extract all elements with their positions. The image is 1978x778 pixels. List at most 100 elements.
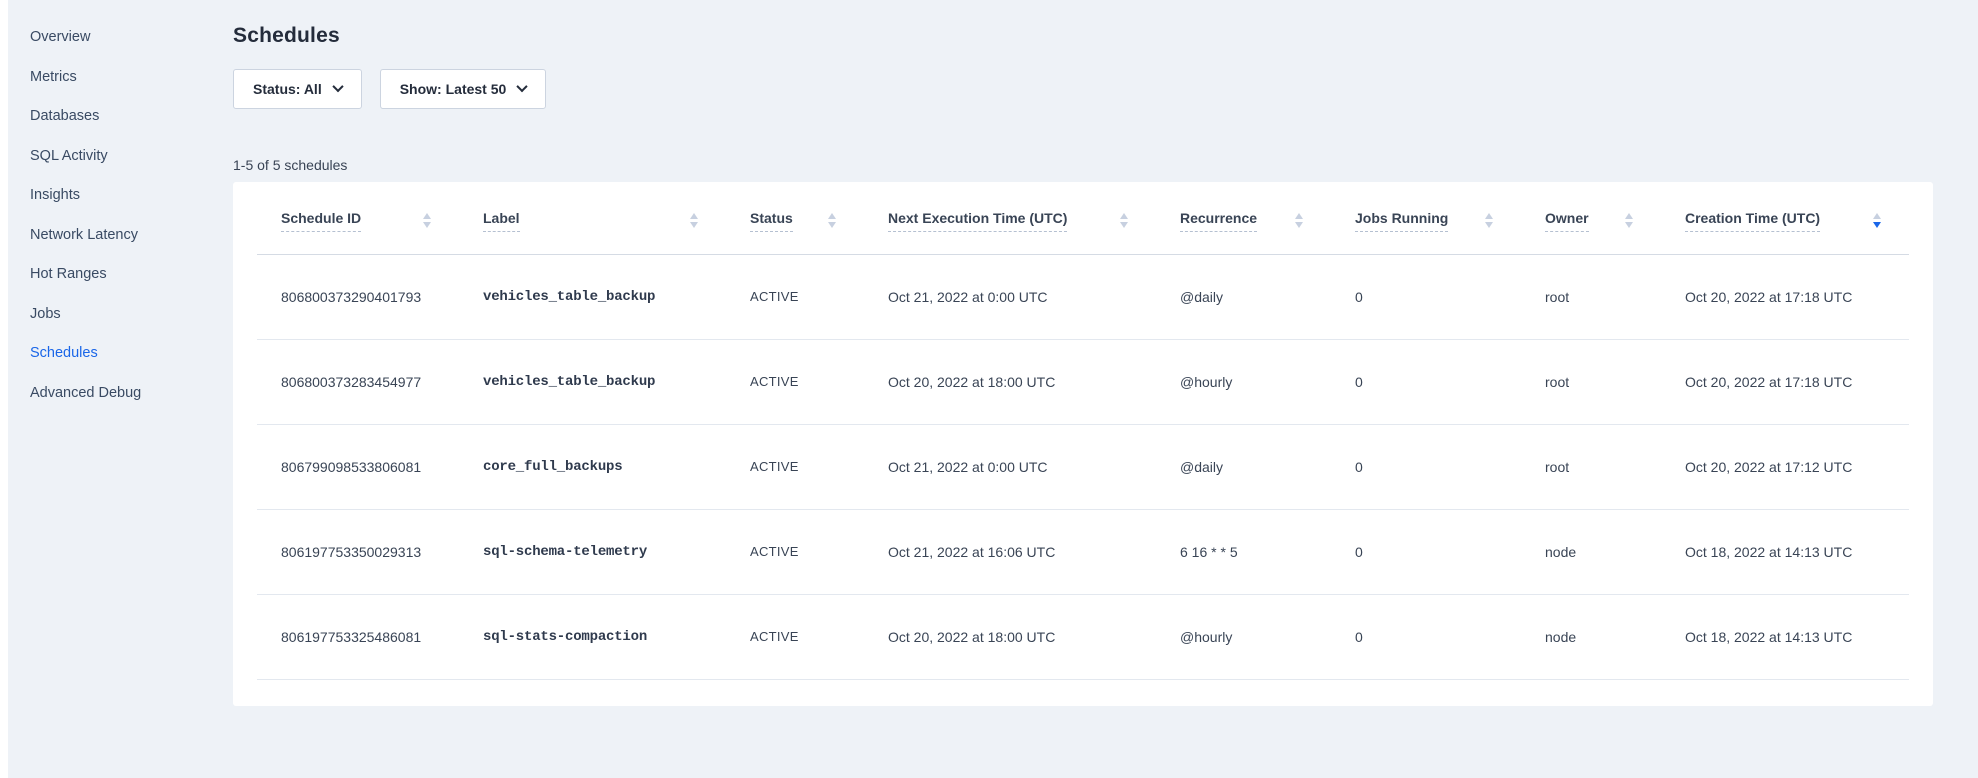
sort-icon[interactable] [1485,213,1493,228]
sidebar-item-schedules[interactable]: Schedules [30,340,233,380]
owner-cell: root [1521,339,1661,424]
sort-down-arrow-icon [1625,222,1633,228]
label-cell: sql-stats-compaction [459,594,726,679]
next-execution-cell: Oct 21, 2022 at 0:00 UTC [864,424,1156,509]
column-header-jobs-running[interactable]: Jobs Running [1331,182,1521,254]
sort-up-arrow-icon [1625,213,1633,219]
sort-up-arrow-icon [1873,213,1881,219]
table-row[interactable]: 806197753325486081 sql-stats-compaction … [257,594,1909,679]
table-row[interactable]: 806800373283454977 vehicles_table_backup… [257,339,1909,424]
owner-cell: root [1521,424,1661,509]
creation-time-cell: Oct 20, 2022 at 17:12 UTC [1661,424,1909,509]
recurrence-cell: @hourly [1156,594,1331,679]
recurrence-cell: @daily [1156,254,1331,339]
sort-up-arrow-icon [423,213,431,219]
sidebar-item-label: SQL Activity [30,148,108,164]
column-header-label: Status [750,210,793,232]
status-cell: ACTIVE [726,254,864,339]
table-row[interactable]: 806800373290401793 vehicles_table_backup… [257,254,1909,339]
sort-icon[interactable] [1295,213,1303,228]
owner-cell: root [1521,254,1661,339]
creation-time-cell: Oct 18, 2022 at 14:13 UTC [1661,509,1909,594]
sidebar-item-label: Network Latency [30,227,138,243]
column-header-label: Creation Time (UTC) [1685,210,1820,232]
creation-time-cell: Oct 18, 2022 at 14:13 UTC [1661,594,1909,679]
sidebar-item-sql-activity[interactable]: SQL Activity [30,143,233,183]
sort-icon[interactable] [1625,213,1633,228]
sort-icon[interactable] [690,213,698,228]
column-header-owner[interactable]: Owner [1521,182,1661,254]
sidebar-item-label: Advanced Debug [30,385,141,401]
sidebar-item-hot-ranges[interactable]: Hot Ranges [30,261,233,301]
label-cell: vehicles_table_backup [459,339,726,424]
schedule-id-cell: 806800373290401793 [257,254,459,339]
next-execution-cell: Oct 21, 2022 at 16:06 UTC [864,509,1156,594]
show-filter-label: Show: Latest 50 [400,81,507,97]
sort-down-arrow-icon [1295,222,1303,228]
jobs-running-cell: 0 [1331,339,1521,424]
column-header-creation-time-utc[interactable]: Creation Time (UTC) [1661,182,1909,254]
chevron-down-icon [332,80,343,91]
sort-icon[interactable] [828,213,836,228]
sidebar-item-overview[interactable]: Overview [30,24,233,64]
status-cell: ACTIVE [726,339,864,424]
label-cell: core_full_backups [459,424,726,509]
results-count: 1-5 of 5 schedules [233,157,1933,173]
next-execution-cell: Oct 20, 2022 at 18:00 UTC [864,594,1156,679]
creation-time-cell: Oct 20, 2022 at 17:18 UTC [1661,254,1909,339]
column-header-schedule-id[interactable]: Schedule ID [257,182,459,254]
sort-up-arrow-icon [1485,213,1493,219]
sort-icon[interactable] [1120,213,1128,228]
sidebar-item-insights[interactable]: Insights [30,182,233,222]
sort-down-arrow-icon [423,222,431,228]
column-header-label: Label [483,210,520,232]
status-cell: ACTIVE [726,424,864,509]
column-header-label[interactable]: Label [459,182,726,254]
schedules-table-panel: Schedule ID Label Status Next Execution … [233,182,1933,706]
schedule-id-cell: 806800373283454977 [257,339,459,424]
label-cell: vehicles_table_backup [459,254,726,339]
table-body: 806800373290401793 vehicles_table_backup… [257,254,1909,679]
sort-down-arrow-icon [1873,222,1881,228]
schedule-id-cell: 806197753325486081 [257,594,459,679]
sort-down-arrow-icon [1120,222,1128,228]
app-layout: OverviewMetricsDatabases SQL Activity Insi… [0,0,1978,778]
sort-icon[interactable] [1873,213,1881,228]
column-header-recurrence[interactable]: Recurrence [1156,182,1331,254]
status-cell: ACTIVE [726,509,864,594]
column-header-next-execution-time-utc[interactable]: Next Execution Time (UTC) [864,182,1156,254]
sort-up-arrow-icon [1120,213,1128,219]
recurrence-cell: @daily [1156,424,1331,509]
sidebar-item-advanced-debug[interactable]: Advanced Debug [30,380,233,420]
jobs-running-cell: 0 [1331,424,1521,509]
sort-icon[interactable] [423,213,431,228]
recurrence-cell: @hourly [1156,339,1331,424]
column-header-label: Next Execution Time (UTC) [888,210,1067,232]
schedule-id-cell: 806799098533806081 [257,424,459,509]
sort-up-arrow-icon [1295,213,1303,219]
show-filter-dropdown[interactable]: Show: Latest 50 [380,69,547,109]
sort-down-arrow-icon [828,222,836,228]
next-execution-cell: Oct 21, 2022 at 0:00 UTC [864,254,1156,339]
sidebar-item-databases[interactable]: Databases [30,103,233,143]
column-header-status[interactable]: Status [726,182,864,254]
jobs-running-cell: 0 [1331,254,1521,339]
next-execution-cell: Oct 20, 2022 at 18:00 UTC [864,339,1156,424]
owner-cell: node [1521,594,1661,679]
status-filter-dropdown[interactable]: Status: All [233,69,362,109]
sidebar-item-jobs[interactable]: Jobs [30,301,233,341]
jobs-running-cell: 0 [1331,509,1521,594]
table-header-row: Schedule ID Label Status Next Execution … [257,182,1909,254]
recurrence-cell: 6 16 * * 5 [1156,509,1331,594]
status-filter-label: Status: All [253,81,322,97]
creation-time-cell: Oct 20, 2022 at 17:18 UTC [1661,339,1909,424]
sort-up-arrow-icon [828,213,836,219]
sidebar-item-label: Hot Ranges [30,266,107,282]
table-row[interactable]: 806799098533806081 core_full_backups ACT… [257,424,1909,509]
sidebar-nav: OverviewMetricsDatabases SQL Activity Insi… [0,0,233,778]
sidebar-item-metrics[interactable]: Metrics [30,64,233,104]
sidebar-item-network-latency[interactable]: Network Latency [30,222,233,262]
status-cell: ACTIVE [726,594,864,679]
table-row[interactable]: 806197753350029313 sql-schema-telemetry … [257,509,1909,594]
column-header-label: Jobs Running [1355,210,1448,232]
